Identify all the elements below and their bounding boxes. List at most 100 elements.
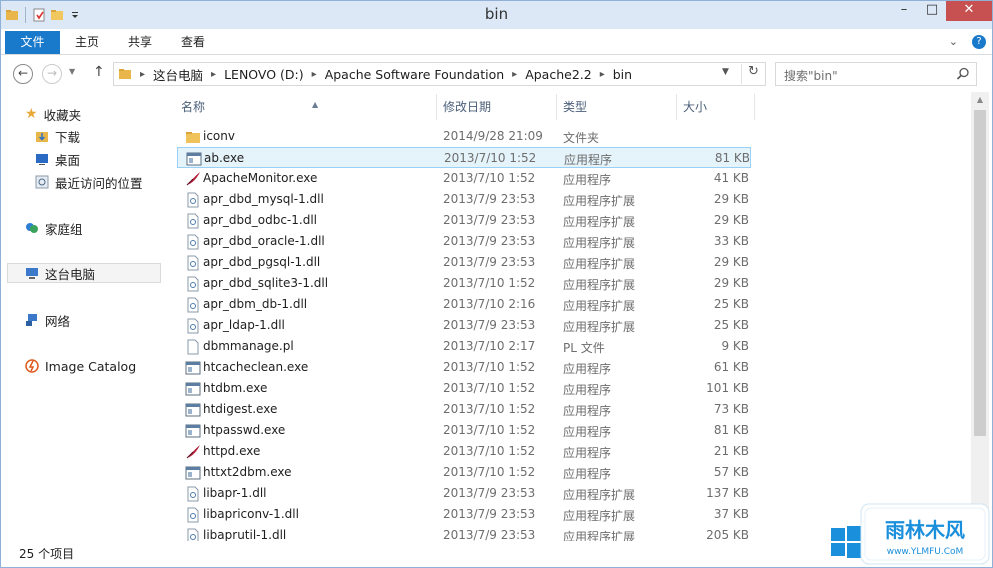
back-button[interactable]: ← <box>13 64 33 84</box>
file-row[interactable]: libapr-1.dll 2013/7/9 23:53 应用程序扩展 137 KB <box>177 483 751 504</box>
file-name: httxt2dbm.exe <box>203 465 292 479</box>
file-size: 73 KB <box>713 402 749 416</box>
file-date: 2013/7/9 23:53 <box>443 507 536 521</box>
dll-icon <box>185 318 201 334</box>
properties-icon[interactable] <box>32 8 46 22</box>
nav-desktop[interactable]: 桌面 <box>35 149 80 169</box>
file-row[interactable]: apr_dbm_db-1.dll 2013/7/10 2:16 应用程序扩展 25 K… <box>177 294 751 315</box>
nav-homegroup[interactable]: 家庭组 <box>25 218 83 238</box>
ribbon-tabs: 文件 主页 共享 查看 ⌄ ? <box>1 29 992 55</box>
file-icon <box>185 339 201 355</box>
refresh-icon[interactable]: ↻ <box>741 64 765 84</box>
nav-thispc[interactable]: 这台电脑 <box>7 263 161 283</box>
file-name: apr_dbd_sqlite3-1.dll <box>203 276 329 290</box>
file-row[interactable]: htdbm.exe 2013/7/10 1:52 应用程序 101 KB <box>177 378 751 399</box>
file-row[interactable]: apr_dbd_mysql-1.dll 2013/7/9 23:53 应用程序扩展 2… <box>177 189 751 210</box>
up-button[interactable]: ↑ <box>93 64 105 80</box>
file-size: 29 KB <box>713 213 749 227</box>
navigation-pane: ★ 收藏夹 下载 桌面 最近访问的位置 家庭组 这台电脑 网络 Image Ca… <box>1 92 165 537</box>
address-bar[interactable]: ▸ 这台电脑 ▸ LENOVO (D:) ▸ Apache Software F… <box>113 62 766 86</box>
file-row[interactable]: dbmmanage.pl 2013/7/10 2:17 PL 文件 9 KB <box>177 336 751 357</box>
file-row[interactable]: ApacheMonitor.exe 2013/7/10 1:52 应用程序 41 KB <box>177 168 751 189</box>
nav-downloads[interactable]: 下载 <box>35 126 80 146</box>
address-dropdown-icon[interactable]: ▼ <box>722 67 729 77</box>
breadcrumb-separator-icon[interactable]: ▸ <box>596 69 609 80</box>
file-size: 41 KB <box>713 171 749 185</box>
column-header-date[interactable]: 修改日期 <box>437 94 557 120</box>
file-row[interactable]: libaprutil-1.dll 2013/7/9 23:53 应用程序扩展 205 … <box>177 525 751 541</box>
scrollbar-thumb[interactable] <box>974 110 986 436</box>
downloads-folder-icon <box>36 132 48 142</box>
maximize-button[interactable]: □ <box>918 1 946 21</box>
qat-dropdown-icon[interactable] <box>68 8 82 22</box>
file-row[interactable]: htdigest.exe 2013/7/10 1:52 应用程序 73 KB <box>177 399 751 420</box>
recent-locations-icon[interactable]: ▼ <box>69 67 75 76</box>
file-row[interactable]: apr_dbd_oracle-1.dll 2013/7/9 23:53 应用程序扩展… <box>177 231 751 252</box>
file-name: apr_ldap-1.dll <box>203 318 285 332</box>
dll-icon <box>185 255 201 271</box>
file-row[interactable]: httxt2dbm.exe 2013/7/10 1:52 应用程序 57 KB <box>177 462 751 483</box>
column-header-size[interactable]: 大小 <box>677 94 755 120</box>
search-box[interactable]: 搜索"bin" <box>775 62 977 86</box>
file-date: 2013/7/10 1:52 <box>443 360 536 374</box>
breadcrumb-separator-icon[interactable]: ▸ <box>308 69 321 80</box>
close-button[interactable]: ✕ <box>946 1 992 21</box>
watermark-url: www.YLMFU.CoM <box>887 547 964 557</box>
tab-file[interactable]: 文件 <box>5 31 60 54</box>
nav-image-catalog[interactable]: Image Catalog <box>25 356 136 376</box>
file-name: libapr-1.dll <box>203 486 267 500</box>
file-row[interactable]: apr_dbd_odbc-1.dll 2013/7/9 23:53 应用程序扩展 29… <box>177 210 751 231</box>
exe-icon <box>185 465 201 481</box>
watermark-text: 雨林木风 <box>885 518 965 542</box>
file-type: 应用程序 <box>564 153 613 167</box>
forward-button[interactable]: → <box>42 64 62 84</box>
file-row[interactable]: ab.exe 2013/7/10 1:52 应用程序 81 KB <box>177 147 751 168</box>
ribbon-right-controls: ⌄ ? <box>949 35 986 49</box>
folder-location-icon <box>119 69 131 79</box>
breadcrumb-apache-foundation[interactable]: Apache Software Foundation <box>321 67 508 82</box>
breadcrumb-separator-icon[interactable]: ▸ <box>207 69 220 80</box>
file-type: 应用程序扩展 <box>563 299 636 313</box>
help-icon[interactable]: ? <box>972 35 986 49</box>
nav-thispc-label: 这台电脑 <box>45 266 96 282</box>
column-type-label: 类型 <box>563 100 588 114</box>
file-row[interactable]: iconv 2014/9/28 21:09 文件夹 <box>177 126 751 147</box>
vertical-scrollbar[interactable]: ▲ <box>971 92 989 541</box>
minimize-button[interactable]: – <box>890 1 918 21</box>
tab-view[interactable]: 查看 <box>171 31 215 54</box>
file-row[interactable]: apr_dbd_pgsql-1.dll 2013/7/9 23:53 应用程序扩展 2… <box>177 252 751 273</box>
watermark-logo: 雨林木风 www.YLMFU.CoM <box>831 503 990 565</box>
file-name: htcacheclean.exe <box>203 360 309 374</box>
breadcrumb-apache22[interactable]: Apache2.2 <box>521 67 596 82</box>
file-date: 2013/7/9 23:53 <box>443 213 536 227</box>
tab-share[interactable]: 共享 <box>118 31 162 54</box>
file-row[interactable]: libapriconv-1.dll 2013/7/9 23:53 应用程序扩展 37 … <box>177 504 751 525</box>
breadcrumb-separator-icon[interactable]: ▸ <box>136 69 149 80</box>
file-date: 2013/7/10 1:52 <box>443 171 536 185</box>
file-row[interactable]: apr_dbd_sqlite3-1.dll 2013/7/10 1:52 应用程序扩… <box>177 273 751 294</box>
nav-favorites[interactable]: ★ 收藏夹 <box>25 104 81 124</box>
window-title: bin <box>484 5 509 23</box>
nav-recent-places[interactable]: 最近访问的位置 <box>35 172 143 192</box>
network-icon <box>26 314 37 326</box>
new-folder-icon[interactable] <box>50 8 64 22</box>
breadcrumb-separator-icon[interactable]: ▸ <box>508 69 521 80</box>
scroll-up-icon[interactable]: ▲ <box>971 92 989 108</box>
search-icon[interactable] <box>956 67 970 81</box>
breadcrumb-drive[interactable]: LENOVO (D:) <box>220 67 308 82</box>
column-header-name[interactable]: 名称 ▲ <box>175 94 437 120</box>
column-header-type[interactable]: 类型 <box>557 94 677 120</box>
file-row[interactable]: htcacheclean.exe 2013/7/10 1:52 应用程序 61 KB <box>177 357 751 378</box>
breadcrumb-bin[interactable]: bin <box>609 67 636 82</box>
file-row[interactable]: httpd.exe 2013/7/10 1:52 应用程序 21 KB <box>177 441 751 462</box>
nav-network[interactable]: 网络 <box>25 310 70 330</box>
file-row[interactable]: apr_ldap-1.dll 2013/7/9 23:53 应用程序扩展 25 KB <box>177 315 751 336</box>
file-name: apr_dbd_pgsql-1.dll <box>203 255 321 269</box>
file-row[interactable]: htpasswd.exe 2013/7/10 1:52 应用程序 81 KB <box>177 420 751 441</box>
breadcrumb-thispc[interactable]: 这台电脑 <box>149 65 207 84</box>
tab-home[interactable]: 主页 <box>65 31 109 54</box>
file-date: 2013/7/10 1:52 <box>443 276 536 290</box>
file-size: 25 KB <box>713 297 749 311</box>
nav-homegroup-label: 家庭组 <box>45 221 83 237</box>
expand-ribbon-icon[interactable]: ⌄ <box>949 35 958 49</box>
